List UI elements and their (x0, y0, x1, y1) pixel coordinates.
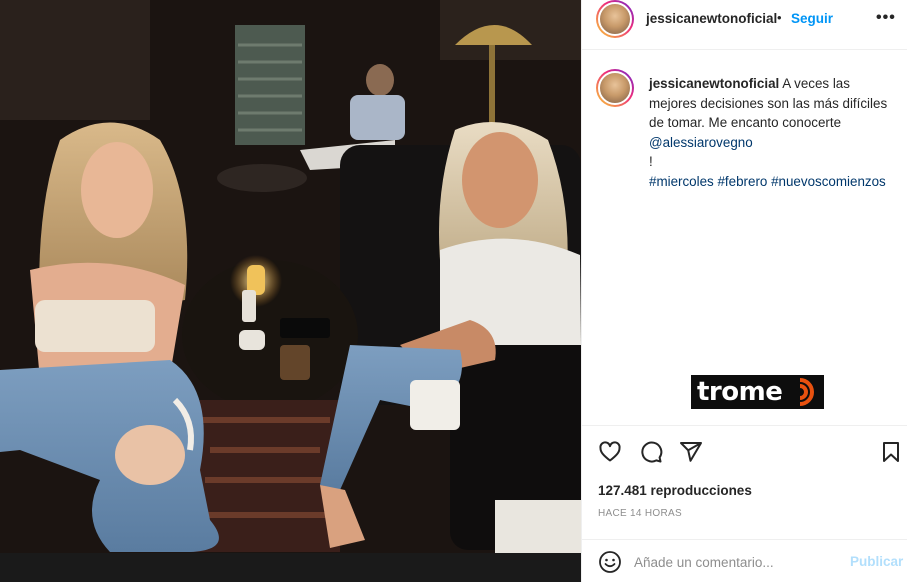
comment-input[interactable] (634, 551, 834, 573)
heart-icon[interactable] (598, 440, 622, 464)
caption-end: ! (649, 154, 653, 169)
author-avatar[interactable] (596, 0, 634, 38)
views-count[interactable]: 127.481 reproducciones (598, 483, 752, 498)
more-options-icon[interactable]: ••• (876, 9, 896, 27)
hashtag-miercoles[interactable]: #miercoles (649, 174, 714, 189)
caption-mention[interactable]: @alessiarovegno (649, 135, 753, 150)
photo-illustration (0, 0, 581, 582)
follow-button[interactable]: Seguir (791, 11, 833, 26)
trome-watermark: trome (691, 375, 824, 409)
publish-button[interactable]: Publicar (850, 554, 903, 569)
bookmark-icon[interactable] (879, 440, 903, 464)
watermark-text: trome (697, 377, 783, 407)
post-side-panel: jessicanewtonoficial • Seguir ••• jessic… (581, 0, 907, 582)
caption-section: jessicanewtonoficial A veces las mejores… (582, 50, 907, 425)
hashtag-nuevoscomienzos[interactable]: #nuevoscomienzos (771, 174, 886, 189)
caption-text: jessicanewtonoficial A veces las mejores… (649, 74, 899, 191)
post-photo[interactable] (0, 0, 581, 582)
emoji-icon[interactable] (598, 550, 622, 574)
author-username[interactable]: jessicanewtonoficial (646, 11, 777, 26)
trome-logo-mark-icon (799, 378, 814, 406)
hashtag-febrero[interactable]: #febrero (717, 174, 767, 189)
share-icon[interactable] (679, 440, 703, 464)
photo-bottom-band (0, 553, 581, 582)
caption-username[interactable]: jessicanewtonoficial (649, 76, 779, 91)
caption-avatar[interactable] (596, 69, 634, 107)
comment-icon[interactable] (639, 440, 663, 464)
post-header: jessicanewtonoficial • Seguir ••• (582, 0, 907, 50)
header-separator: • (777, 10, 782, 25)
post-timestamp[interactable]: HACE 14 HORAS (598, 508, 682, 519)
comment-bar: Publicar (582, 539, 907, 582)
post-actions: 127.481 reproducciones HACE 14 HORAS (582, 425, 907, 545)
